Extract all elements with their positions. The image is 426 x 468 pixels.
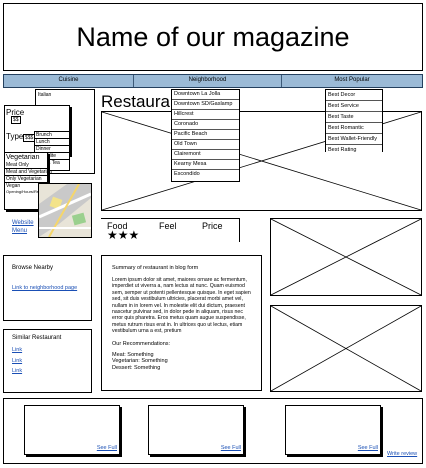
rating-price-label: Price — [202, 221, 223, 231]
popular-dropdown: Best Decor Best Service Best Taste Best … — [325, 89, 383, 155]
review-card: See Full — [285, 405, 381, 455]
review-card: See Full — [24, 405, 120, 455]
veg-meat-and-veg[interactable]: Meat and Vegetarian — [5, 169, 52, 176]
meal-brunch[interactable]: Brunch — [35, 132, 69, 139]
veg-meat-only[interactable]: Meat Only — [5, 162, 47, 169]
photo-placeholder — [270, 218, 422, 296]
summary-panel: Summary of restaurant in blog form Lorem… — [101, 255, 262, 391]
neighborhood-item[interactable]: Coronado — [172, 120, 239, 130]
see-full-link[interactable]: See Full — [221, 445, 241, 451]
popular-item[interactable]: Best Rating — [326, 145, 382, 155]
browse-nearby-title: Browse Nearby — [12, 265, 54, 271]
menu-link[interactable]: Menu — [12, 228, 27, 234]
similar-restaurant-title: Similar Restaurant — [12, 335, 62, 341]
see-full-link[interactable]: See Full — [358, 445, 378, 451]
review-card: See Full — [148, 405, 244, 455]
neighborhood-item[interactable]: Clairemont — [172, 150, 239, 160]
rating-feel-label: Feel — [159, 221, 177, 231]
similar-link[interactable]: Link — [12, 358, 22, 364]
neighborhood-item[interactable]: Downtown SD/Gaslamp — [172, 100, 239, 110]
similar-restaurants-panel: Similar Restaurant Link Link Link — [3, 329, 92, 393]
veg-only-veg[interactable]: Only Vegetarian — [5, 176, 47, 183]
popular-item[interactable]: Best Wallet-Friendly — [326, 134, 382, 145]
neighborhood-page-link[interactable]: Link to neighborhood page — [12, 285, 77, 291]
similar-link[interactable]: Link — [12, 368, 22, 374]
write-review-link[interactable]: Write review — [387, 451, 417, 457]
meal-lunch[interactable]: Lunch — [35, 139, 69, 146]
ratings-bar: Food Feel Price ★★★ — [101, 218, 240, 242]
browse-nearby-panel: Browse Nearby Link to neighborhood page — [3, 255, 92, 321]
type-label: Type — [6, 132, 24, 141]
map-icon — [39, 184, 91, 237]
neighborhood-item[interactable]: Hillcrest — [172, 110, 239, 120]
magazine-title: Name of our magazine — [76, 22, 350, 52]
neighborhood-dropdown: Downtown La Jolla Downtown SD/Gaslamp Hi… — [171, 89, 240, 182]
reviews-strip: See Full See Full See Full Write review — [3, 398, 423, 464]
main-nav: Cuisine Neighborhood Most Popular — [3, 74, 423, 88]
rec-dessert: Dessert: Something — [112, 364, 161, 371]
website-link[interactable]: Website — [12, 220, 34, 226]
summary-body: Lorem ipsum dolor sit amet, maiores orna… — [112, 277, 251, 335]
popular-item[interactable]: Best Romantic — [326, 123, 382, 134]
popular-item[interactable]: Best Decor — [326, 90, 382, 101]
popular-item[interactable]: Best Taste — [326, 112, 382, 123]
neighborhood-item[interactable]: Pacific Beach — [172, 130, 239, 140]
summary-title: Summary of restaurant in blog form — [112, 265, 199, 271]
neighborhood-item[interactable]: Kearny Mesa — [172, 160, 239, 170]
neighborhood-item[interactable]: Downtown La Jolla — [172, 90, 239, 100]
photo-placeholder — [270, 305, 422, 392]
map-widget[interactable] — [38, 183, 92, 238]
nav-cuisine[interactable]: Cuisine — [4, 75, 134, 87]
nav-most-popular[interactable]: Most Popular — [282, 75, 422, 87]
site-header: Name of our magazine — [3, 3, 423, 71]
cuisine-item-italian[interactable]: Italian — [36, 90, 94, 100]
vegetarian-label: Vegetarian — [6, 154, 40, 161]
popular-item[interactable]: Best Service — [326, 101, 382, 112]
nav-neighborhood[interactable]: Neighborhood — [134, 75, 282, 87]
neighborhood-item[interactable]: Escondido — [172, 170, 239, 179]
price-option-2[interactable]: $$ — [11, 116, 21, 124]
food-stars: ★★★ — [107, 228, 140, 242]
recommendations-title: Our Recommendations: — [112, 340, 171, 347]
neighborhood-item[interactable]: Old Town — [172, 140, 239, 150]
see-full-link[interactable]: See Full — [97, 445, 117, 451]
similar-link[interactable]: Link — [12, 347, 22, 353]
